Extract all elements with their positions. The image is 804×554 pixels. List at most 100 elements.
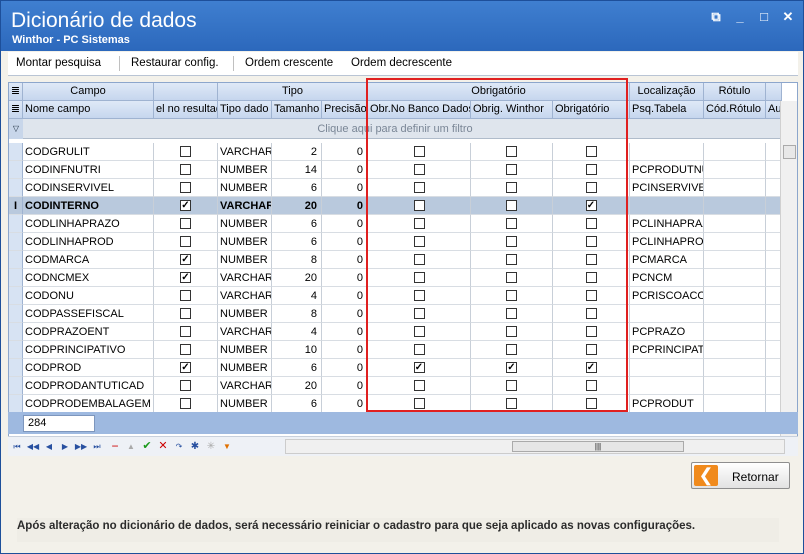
checkbox[interactable]: ✓	[180, 362, 191, 373]
cell-rot[interactable]	[704, 179, 766, 197]
cell-prec[interactable]: 0	[322, 269, 368, 287]
horizontal-scroll-thumb[interactable]: |||	[512, 441, 684, 452]
cell-tipo[interactable]: NUMBER	[218, 341, 272, 359]
cell-rot[interactable]	[704, 377, 766, 395]
col-nome-campo[interactable]: Nome campo	[23, 101, 154, 119]
insert-record-icon[interactable]: ▲	[124, 439, 138, 454]
montar-pesquisa-button[interactable]: Montar pesquisa	[16, 57, 101, 69]
cell-psq[interactable]: PCPRAZO	[630, 323, 704, 341]
cell-nome[interactable]: CODPROD	[23, 359, 154, 377]
cell-prec[interactable]: 0	[322, 251, 368, 269]
filter-icon[interactable]: ▽	[9, 119, 23, 139]
cell-rot[interactable]	[704, 305, 766, 323]
cell-prec[interactable]: 0	[322, 215, 368, 233]
vertical-scrollbar[interactable]	[780, 101, 797, 439]
cell-prec[interactable]: 0	[322, 305, 368, 323]
cell-tam[interactable]: 10	[272, 341, 322, 359]
col-psq-tabela[interactable]: Psq.Tabela	[630, 101, 704, 119]
cell-nome[interactable]: CODINFNUTRI	[23, 161, 154, 179]
row-indicator[interactable]	[9, 341, 23, 359]
row-indicator[interactable]	[9, 143, 23, 161]
cell-nome[interactable]: CODINSERVIVEL	[23, 179, 154, 197]
ordem-decrescente-button[interactable]: Ordem decrescente	[351, 57, 452, 69]
cell-psq[interactable]	[630, 359, 704, 377]
cell-psq[interactable]: PCMARCA	[630, 251, 704, 269]
cell-rot[interactable]	[704, 251, 766, 269]
checkbox[interactable]	[180, 182, 191, 193]
cell-rot[interactable]	[704, 359, 766, 377]
row-indicator[interactable]	[9, 215, 23, 233]
last-record-icon[interactable]: ⏭	[90, 439, 104, 454]
checkbox[interactable]	[180, 164, 191, 175]
cell-prec[interactable]: 0	[322, 377, 368, 395]
cell-nome[interactable]: CODPASSEFISCAL	[23, 305, 154, 323]
minimize-icon[interactable]: _	[731, 9, 749, 25]
row-indicator[interactable]	[9, 377, 23, 395]
close-icon[interactable]: ✕	[779, 9, 797, 25]
cell-nome[interactable]: CODPRINCIPATIVO	[23, 341, 154, 359]
cell-rot[interactable]	[704, 161, 766, 179]
row-indicator[interactable]	[9, 323, 23, 341]
cancel-record-icon[interactable]: ✕	[156, 439, 170, 454]
checkbox[interactable]	[180, 236, 191, 247]
row-indicator[interactable]	[9, 269, 23, 287]
col-tipo-dado[interactable]: Tipo dado	[218, 101, 272, 119]
checkbox[interactable]	[180, 290, 191, 301]
cell-tipo[interactable]: NUMBER	[218, 395, 272, 413]
cell-rot[interactable]	[704, 341, 766, 359]
cell-tam[interactable]: 14	[272, 161, 322, 179]
refresh-icon[interactable]: ↷	[172, 439, 186, 454]
col-cod-rotulo[interactable]: Cód.Rótulo	[704, 101, 766, 119]
cell-tam[interactable]: 20	[272, 197, 322, 215]
cell-rot[interactable]	[704, 269, 766, 287]
retornar-button[interactable]: ❮ Retornar	[691, 462, 790, 489]
cell-tipo[interactable]: NUMBER	[218, 161, 272, 179]
cell-prec[interactable]: 0	[322, 341, 368, 359]
cell-tipo[interactable]: VARCHAR	[218, 287, 272, 305]
checkbox[interactable]: ✓	[180, 200, 191, 211]
cell-nome[interactable]: CODPRODANTUTICAD	[23, 377, 154, 395]
cell-psq[interactable]: PCLINHAPROD	[630, 233, 704, 251]
checkbox[interactable]	[180, 326, 191, 337]
cell-nome[interactable]: CODMARCA	[23, 251, 154, 269]
row-indicator[interactable]	[9, 233, 23, 251]
cell-tam[interactable]: 8	[272, 305, 322, 323]
cell-psq[interactable]	[630, 143, 704, 161]
vertical-scroll-thumb[interactable]	[783, 145, 796, 159]
cell-tam[interactable]: 6	[272, 395, 322, 413]
checkbox[interactable]: ✓	[180, 254, 191, 265]
cell-rot[interactable]	[704, 143, 766, 161]
column-menu-icon[interactable]: ≣	[9, 101, 23, 119]
col-precisao[interactable]: Precisão	[322, 101, 368, 119]
row-indicator[interactable]	[9, 251, 23, 269]
checkbox[interactable]	[180, 398, 191, 409]
cell-tipo[interactable]: NUMBER	[218, 359, 272, 377]
cell-tipo[interactable]: VARCHAR	[218, 197, 272, 215]
cell-prec[interactable]: 0	[322, 179, 368, 197]
cell-psq[interactable]: PCNCM	[630, 269, 704, 287]
cell-rot[interactable]	[704, 215, 766, 233]
cell-prec[interactable]: 0	[322, 287, 368, 305]
next-record-icon[interactable]: ▶	[58, 439, 72, 454]
horizontal-scrollbar[interactable]: |||	[285, 439, 785, 454]
cell-nome[interactable]: CODLINHAPROD	[23, 233, 154, 251]
cell-rot[interactable]	[704, 395, 766, 413]
cell-nome[interactable]: CODONU	[23, 287, 154, 305]
cell-prec[interactable]: 0	[322, 395, 368, 413]
restaurar-config-button[interactable]: Restaurar config.	[131, 57, 219, 69]
cell-prec[interactable]: 0	[322, 233, 368, 251]
cell-psq[interactable]: PCPRINCIPATI	[630, 341, 704, 359]
checkbox[interactable]	[180, 380, 191, 391]
cell-tipo[interactable]: VARCHAR	[218, 377, 272, 395]
cell-tipo[interactable]: VARCHAR	[218, 269, 272, 287]
cell-nome[interactable]: CODLINHAPRAZO	[23, 215, 154, 233]
delete-record-icon[interactable]: −	[108, 439, 122, 454]
cell-tipo[interactable]: NUMBER	[218, 179, 272, 197]
row-indicator[interactable]	[9, 395, 23, 413]
checkbox[interactable]: ✓	[180, 272, 191, 283]
cell-tipo[interactable]: NUMBER	[218, 233, 272, 251]
cell-tam[interactable]: 6	[272, 359, 322, 377]
row-indicator[interactable]	[9, 287, 23, 305]
cell-tipo[interactable]: NUMBER	[218, 215, 272, 233]
col-resultado[interactable]: el no resultad	[154, 101, 218, 119]
